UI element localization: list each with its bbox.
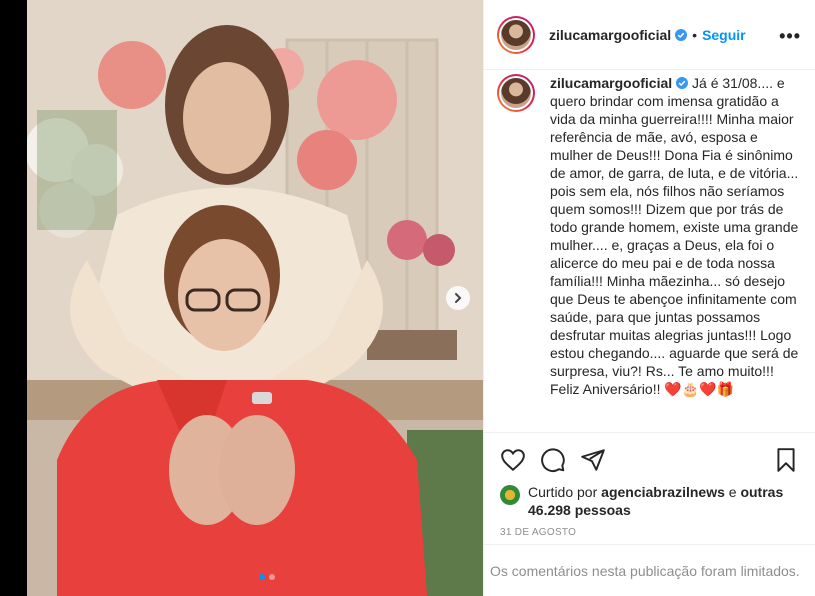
more-options-button[interactable]: ••• xyxy=(779,26,801,47)
verified-badge-icon xyxy=(675,28,688,41)
avatar xyxy=(499,17,533,52)
header-username[interactable]: zilucamargooficial xyxy=(549,27,671,43)
caption-body: Já é 31/08.... e quero brindar com imens… xyxy=(550,75,799,397)
post-header: zilucamargooficial • Seguir ••• xyxy=(484,0,815,70)
likes-prefix: Curtido por xyxy=(528,484,598,500)
carousel-indicator xyxy=(259,574,275,580)
post-side-panel: zilucamargooficial • Seguir ••• zilucama… xyxy=(483,0,815,596)
actions-section: Curtido por agenciabrazilnews e outras 4… xyxy=(484,432,815,544)
next-arrow-icon xyxy=(455,293,462,303)
liker-avatar[interactable] xyxy=(500,485,520,505)
share-icon[interactable] xyxy=(580,447,606,473)
heart-icon[interactable] xyxy=(500,447,526,473)
carousel-next-button[interactable] xyxy=(446,286,470,310)
story-ring[interactable] xyxy=(497,15,535,54)
caption-avatar xyxy=(499,76,533,110)
post-photo xyxy=(27,0,483,596)
caption-section: zilucamargooficial Já é 31/08.... e quer… xyxy=(484,70,815,432)
likes-summary: Curtido por agenciabrazilnews e outras 4… xyxy=(500,483,799,519)
post-date[interactable]: 31 DE AGOSTO xyxy=(500,527,799,538)
liker-username[interactable]: agenciabrazilnews xyxy=(601,484,725,500)
post-media[interactable] xyxy=(27,0,483,596)
likes-middle: e xyxy=(728,484,737,500)
verified-badge-icon xyxy=(676,77,689,89)
left-backdrop xyxy=(0,0,27,596)
save-icon[interactable] xyxy=(773,447,799,473)
header-separator: • xyxy=(692,26,698,43)
caption-story-ring[interactable] xyxy=(497,74,535,112)
caption-text-block: zilucamargooficial Já é 31/08.... e quer… xyxy=(550,74,799,432)
likes-text: Curtido por agenciabrazilnews e outras 4… xyxy=(528,483,799,519)
caption-emoji: ❤️🎂❤️🎁 xyxy=(664,381,735,397)
comments-limited-notice: Os comentários nesta publicação foram li… xyxy=(484,544,815,596)
follow-button[interactable]: Seguir xyxy=(702,27,746,43)
action-bar xyxy=(500,445,799,475)
comment-icon[interactable] xyxy=(540,447,566,473)
carousel-dot-active xyxy=(259,574,265,580)
carousel-dot xyxy=(269,574,275,580)
caption-username[interactable]: zilucamargooficial xyxy=(550,75,672,91)
